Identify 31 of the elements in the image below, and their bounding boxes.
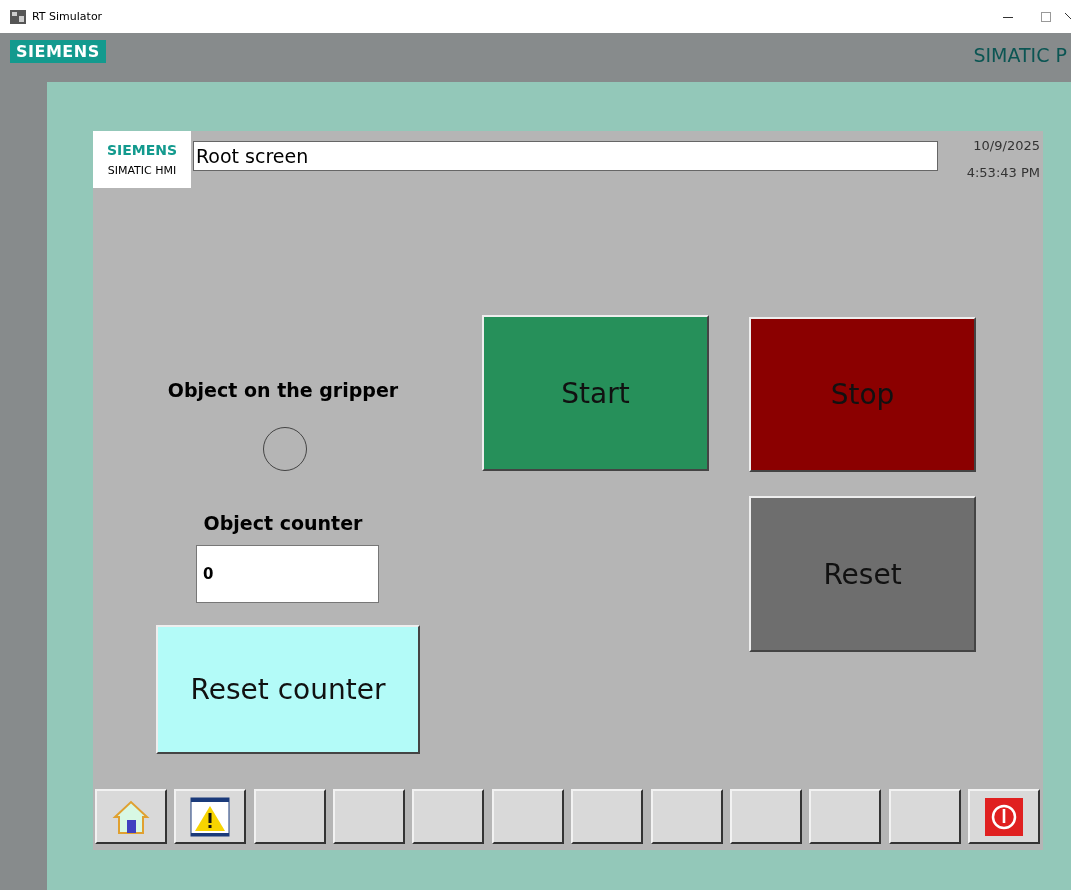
app-icon bbox=[10, 9, 26, 24]
hmi-product: SIMATIC HMI bbox=[107, 164, 177, 177]
function-key[interactable] bbox=[412, 789, 485, 844]
function-key[interactable] bbox=[809, 789, 882, 844]
date: 10/9/2025 bbox=[973, 138, 1040, 153]
close-icon[interactable] bbox=[1065, 11, 1071, 22]
hmi-button[interactable]: Reset counter bbox=[156, 625, 420, 754]
function-key[interactable] bbox=[729, 789, 802, 844]
function-key[interactable] bbox=[174, 789, 247, 844]
hmi-brand: SIEMENS bbox=[106, 142, 178, 158]
counter-label: Object counter bbox=[203, 512, 363, 534]
function-key[interactable] bbox=[491, 789, 564, 844]
warning-window-icon bbox=[190, 796, 231, 837]
maximize-icon[interactable] bbox=[1041, 11, 1051, 22]
time: 4:53:43 PM bbox=[966, 165, 1040, 180]
power-icon bbox=[984, 797, 1023, 836]
indicator-label: Object on the gripper bbox=[167, 379, 399, 401]
function-key[interactable] bbox=[333, 789, 406, 844]
hmi-button[interactable]: Start bbox=[482, 315, 709, 471]
function-key[interactable] bbox=[650, 789, 723, 844]
brand-logo: SIEMENS bbox=[10, 40, 106, 63]
screen-title: Root screen bbox=[193, 141, 938, 171]
counter-field[interactable]: 0 bbox=[196, 545, 379, 603]
hmi-button[interactable]: Reset bbox=[749, 496, 976, 652]
function-key[interactable] bbox=[95, 789, 167, 844]
function-key[interactable] bbox=[253, 789, 326, 844]
panel-model: SIMATIC P bbox=[973, 44, 1067, 66]
function-key[interactable] bbox=[888, 789, 961, 844]
function-key[interactable] bbox=[571, 789, 644, 844]
window-title: RT Simulator bbox=[32, 10, 104, 23]
function-key[interactable] bbox=[967, 789, 1040, 844]
